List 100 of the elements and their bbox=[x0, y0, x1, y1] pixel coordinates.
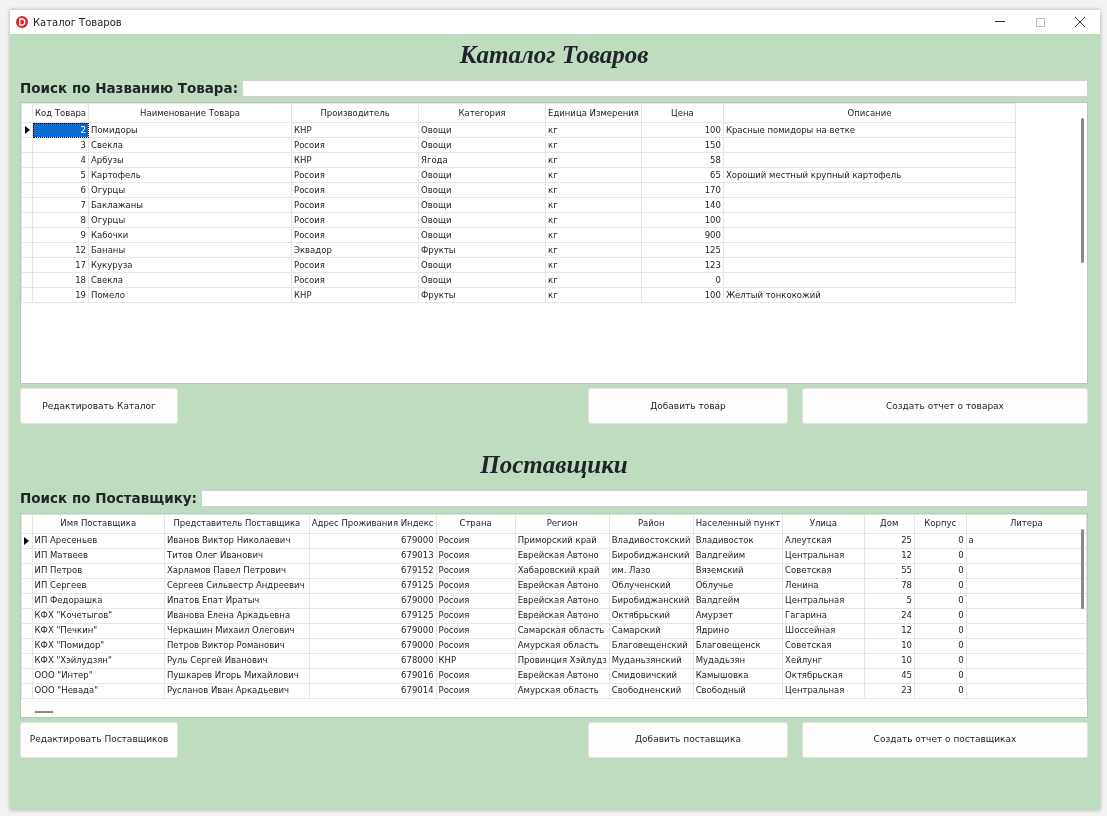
table-cell: ООО "Невада" bbox=[32, 683, 165, 698]
window-title: Каталог Товаров bbox=[33, 15, 122, 30]
maximize-icon[interactable] bbox=[1035, 17, 1045, 27]
table-cell: Овощи bbox=[418, 137, 546, 153]
table-cell: Валдгейм bbox=[693, 593, 783, 608]
table-cell: 18 bbox=[32, 272, 89, 288]
table-cell: 0 bbox=[914, 533, 967, 548]
action-button[interactable]: Редактировать Поставщиков bbox=[20, 721, 178, 758]
action-button[interactable]: Добавить поставщика bbox=[588, 721, 788, 758]
column-header[interactable]: Район bbox=[609, 514, 694, 533]
column-header[interactable]: Имя Поставщика bbox=[32, 514, 165, 533]
table-cell: Овощи bbox=[418, 272, 546, 288]
search-label: Поиск по Названию Товара: bbox=[20, 79, 239, 98]
table-cell: Кукуруза bbox=[88, 257, 292, 273]
column-header[interactable]: Населенный пункт bbox=[693, 514, 783, 533]
table-cell: кг bbox=[545, 257, 642, 273]
table-cell: 0 bbox=[914, 638, 967, 653]
table-cell: ООО "Интер" bbox=[32, 668, 165, 683]
table-cell: ИП Петров bbox=[32, 563, 165, 578]
table-cell: Ядрино bbox=[693, 623, 783, 638]
column-header[interactable]: Дом bbox=[864, 514, 915, 533]
table-cell: Росоия bbox=[291, 137, 419, 153]
table-cell: 65 bbox=[641, 167, 724, 183]
column-header[interactable]: Представитель Поставщика bbox=[164, 514, 310, 533]
action-button[interactable]: Редактировать Каталог bbox=[20, 388, 178, 425]
table-cell: КФХ "Хэйлудзян" bbox=[32, 653, 165, 668]
table-cell: ИП Федорашка bbox=[32, 593, 165, 608]
table-cell: Росоия bbox=[436, 563, 516, 578]
column-header[interactable]: Страна bbox=[436, 514, 516, 533]
table-cell: 0 bbox=[914, 608, 967, 623]
action-button[interactable]: Создать отчет о товарах bbox=[802, 388, 1088, 425]
table-cell: Самарская область bbox=[515, 623, 610, 638]
action-button[interactable]: Добавить товар bbox=[588, 388, 788, 425]
search-field[interactable] bbox=[242, 79, 1088, 97]
column-header[interactable]: Производитель bbox=[291, 103, 419, 123]
table-cell: Помело bbox=[88, 287, 292, 303]
column-header[interactable]: Цена bbox=[641, 103, 724, 123]
table-cell: Овощи bbox=[418, 212, 546, 228]
table-cell: КНР bbox=[291, 287, 419, 303]
table-cell: 6 bbox=[32, 182, 89, 198]
minimize-icon[interactable] bbox=[995, 21, 1005, 23]
table-cell: 10 bbox=[864, 653, 915, 668]
table-cell: 78 bbox=[864, 578, 915, 593]
scrollbar-thumb[interactable] bbox=[1081, 118, 1084, 264]
column-header[interactable]: Описание bbox=[723, 103, 1016, 123]
table-cell: Центральная bbox=[782, 683, 864, 698]
column-header[interactable]: Регион bbox=[515, 514, 610, 533]
table-cell: 0 bbox=[914, 668, 967, 683]
table-cell: 0 bbox=[914, 593, 967, 608]
table-cell: Бананы bbox=[88, 242, 292, 258]
column-header[interactable]: Улица bbox=[782, 514, 864, 533]
column-header[interactable]: Категория bbox=[418, 103, 546, 123]
column-header[interactable]: Код Товара bbox=[32, 103, 89, 123]
table-cell: 12 bbox=[32, 242, 89, 258]
column-header[interactable]: Наименование Товара bbox=[88, 103, 292, 123]
table-cell: Камышовка bbox=[693, 668, 783, 683]
table-cell: 900 bbox=[641, 227, 724, 243]
table-cell: Росоия bbox=[291, 197, 419, 213]
table-cell: Овощи bbox=[418, 197, 546, 213]
close-icon[interactable] bbox=[1075, 17, 1085, 27]
table-cell: Провинция Хэйлудз bbox=[515, 653, 610, 668]
table-cell: 679000 bbox=[309, 593, 437, 608]
table-cell: 19 bbox=[32, 287, 89, 303]
table-cell: Благовещенский bbox=[609, 638, 694, 653]
table-cell: Росоия bbox=[436, 593, 516, 608]
table-cell: Гагарина bbox=[782, 608, 864, 623]
table-cell: 679014 bbox=[309, 683, 437, 698]
table-cell: 9 bbox=[32, 227, 89, 243]
action-button[interactable]: Создать отчет о поставщиках bbox=[802, 721, 1088, 758]
table-cell: 7 bbox=[32, 197, 89, 213]
table-cell: Муданьзянский bbox=[609, 653, 694, 668]
table-cell: ИП Аресеньев bbox=[32, 533, 165, 548]
table-cell: Еврейская Автоно bbox=[515, 668, 610, 683]
table-cell: Центральная bbox=[782, 593, 864, 608]
table-cell: КНР bbox=[291, 122, 419, 138]
table-cell: Самарский bbox=[609, 623, 694, 638]
search-field[interactable] bbox=[201, 489, 1088, 507]
table-cell: Биробиджанский bbox=[609, 548, 694, 563]
table-cell: кг bbox=[545, 287, 642, 303]
scrollbar-thumb[interactable] bbox=[35, 710, 53, 713]
table-cell: 679152 bbox=[309, 563, 437, 578]
table-cell: Росоия bbox=[291, 272, 419, 288]
table-cell: Росоия bbox=[436, 578, 516, 593]
table-cell: Кабочки bbox=[88, 227, 292, 243]
table-cell: Биробиджанский bbox=[609, 593, 694, 608]
column-header[interactable]: Корпус bbox=[914, 514, 967, 533]
scrollbar-thumb[interactable] bbox=[1081, 528, 1084, 609]
table-cell: Центральная bbox=[782, 548, 864, 563]
column-header[interactable]: Адрес Проживания Индекс bbox=[309, 514, 437, 533]
table-cell: Помидоры bbox=[88, 122, 292, 138]
column-header[interactable]: Литера bbox=[966, 514, 1087, 533]
table-cell: кг bbox=[545, 137, 642, 153]
column-header[interactable]: Единица Измерения bbox=[545, 103, 642, 123]
table-cell: 25 bbox=[864, 533, 915, 548]
table-cell: Огурцы bbox=[88, 182, 292, 198]
table-cell: 123 bbox=[641, 257, 724, 273]
table-cell: 0 bbox=[914, 623, 967, 638]
table-cell: 12 bbox=[864, 623, 915, 638]
table-cell: Иванов Виктор Николаевич bbox=[164, 533, 310, 548]
table-cell: Руль Сергей Иванович bbox=[164, 653, 310, 668]
